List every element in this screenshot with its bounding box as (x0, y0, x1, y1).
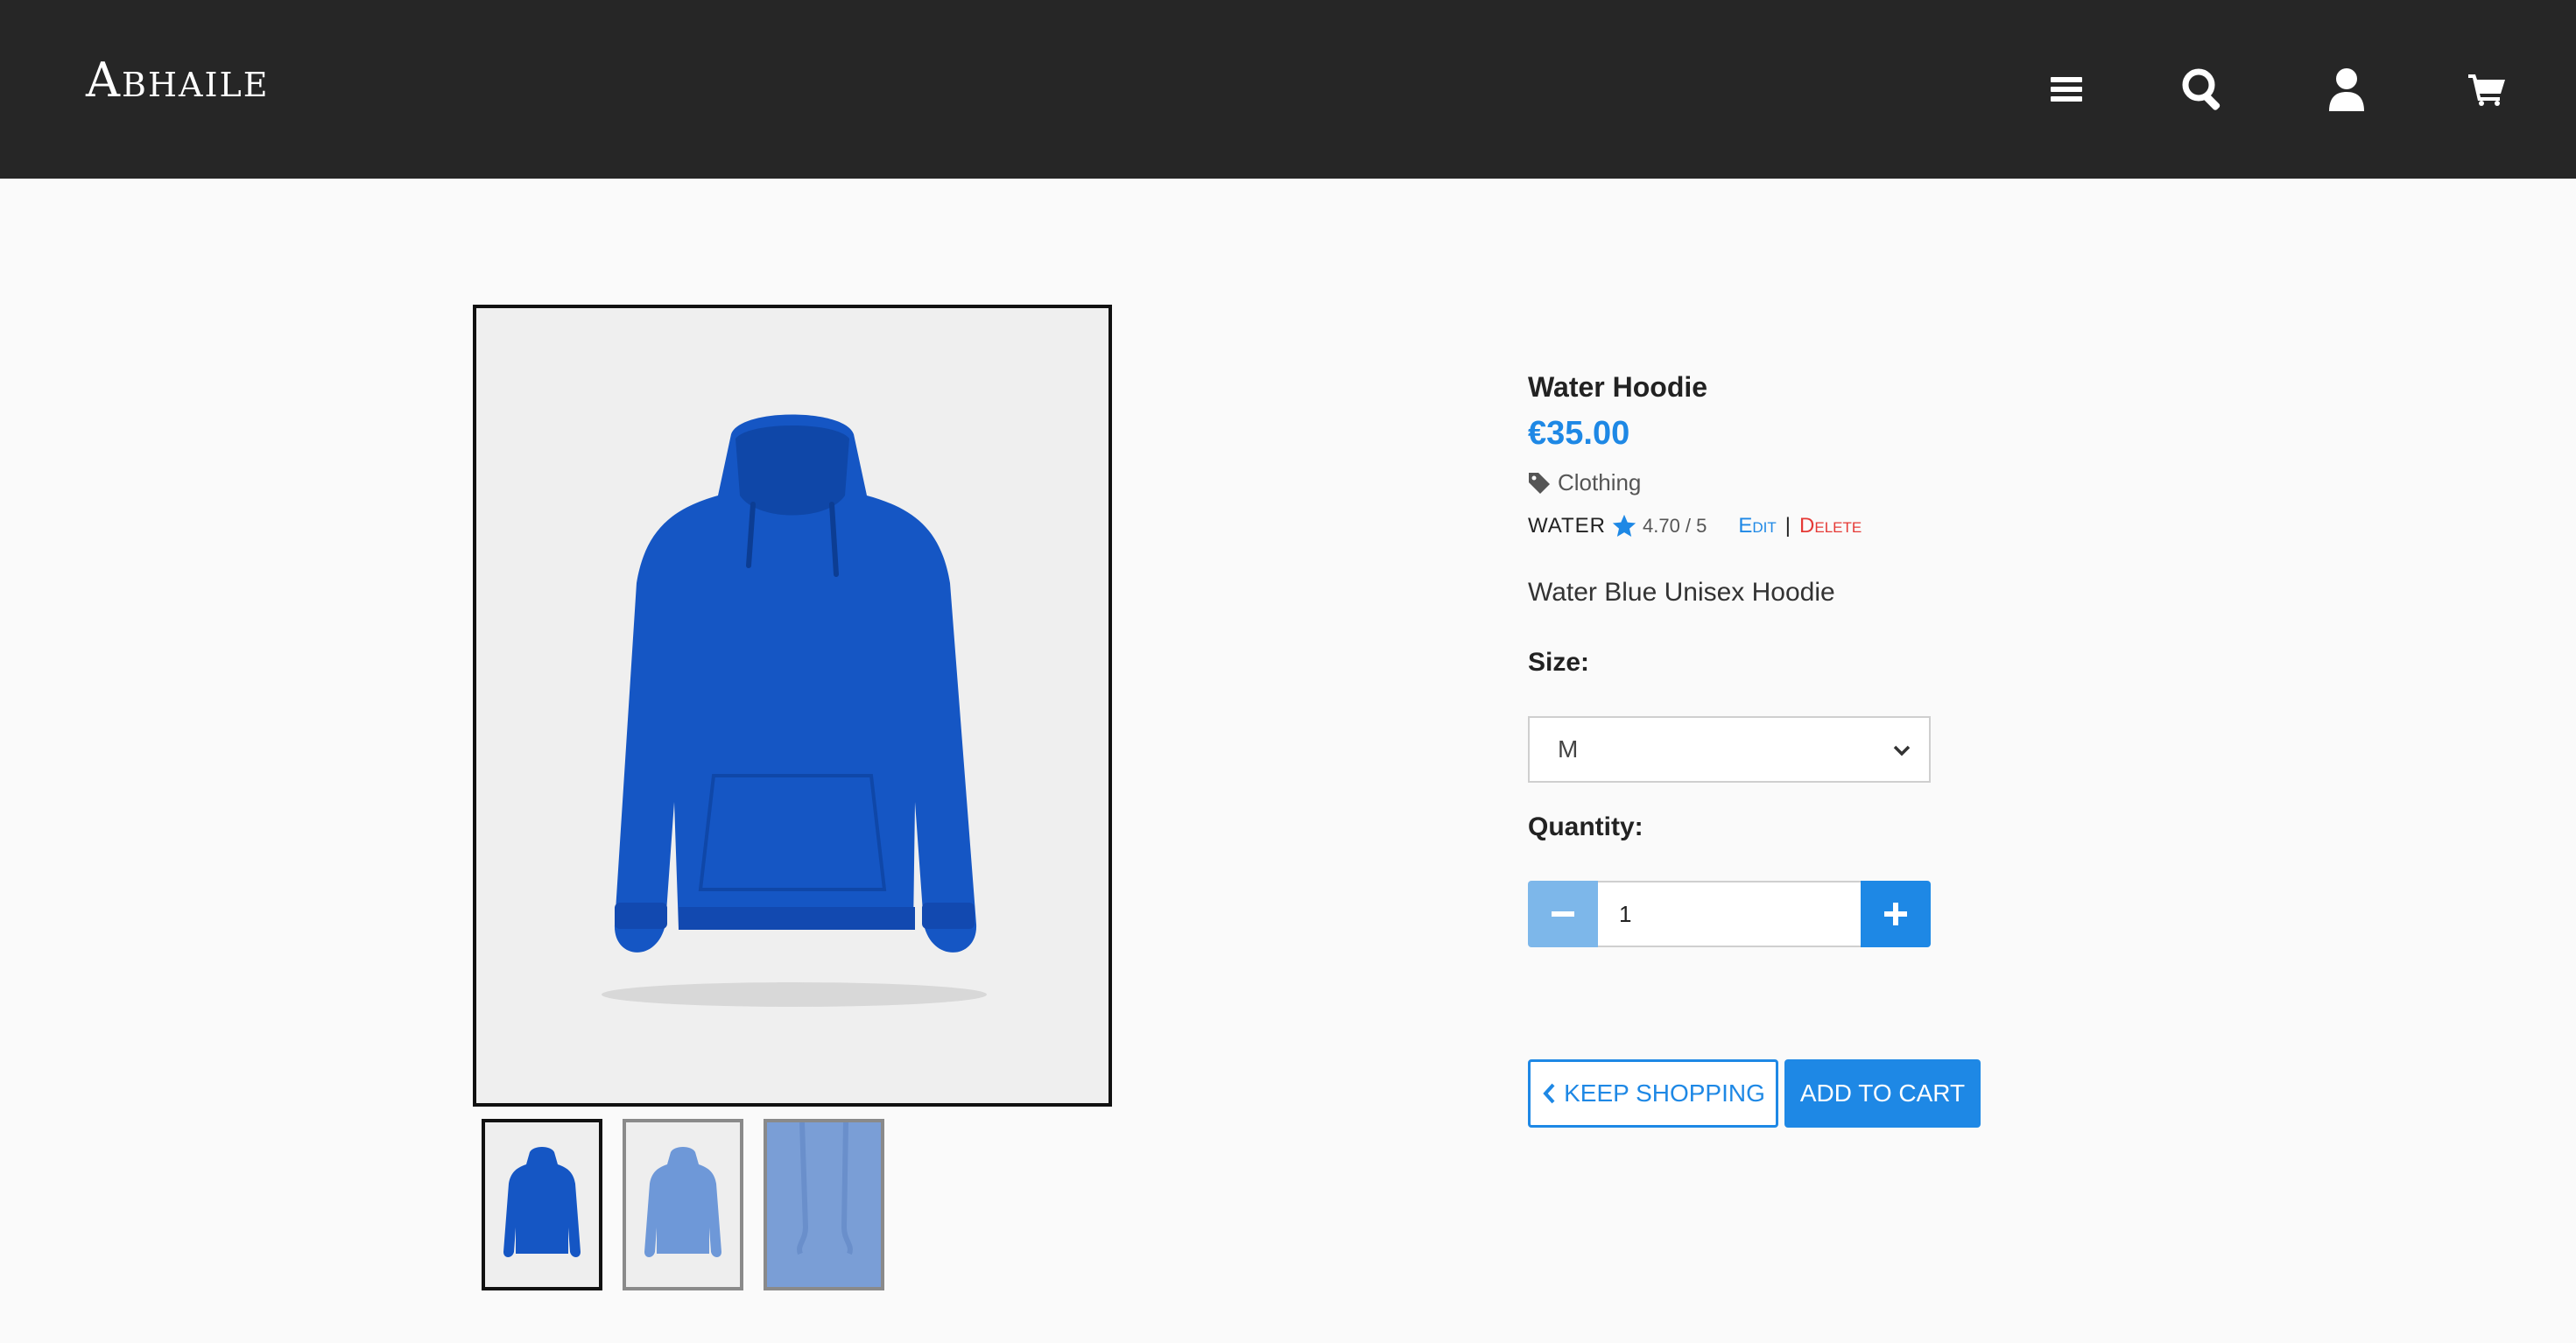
keep-shopping-button[interactable]: KEEP SHOPPING (1528, 1059, 1778, 1128)
quantity-stepper (1528, 881, 1931, 947)
edit-link[interactable]: Edit (1738, 514, 1776, 538)
brand-rating-row: WATER 4.70 / 5 Edit | Delete (1528, 513, 1862, 539)
menu-icon[interactable] (2040, 63, 2093, 116)
size-select[interactable]: M (1528, 716, 1931, 783)
add-to-cart-label: ADD TO CART (1799, 1079, 1966, 1107)
thumbnail-2[interactable] (623, 1119, 743, 1290)
product-category[interactable]: Clothing (1528, 469, 1641, 496)
keep-shopping-label: KEEP SHOPPING (1564, 1079, 1765, 1107)
delete-link[interactable]: Delete (1799, 514, 1862, 538)
thumbnail-3[interactable] (764, 1119, 884, 1290)
product-price: €35.00 (1528, 415, 1630, 452)
chevron-down-icon (1893, 745, 1911, 756)
site-header: Abhaile (0, 0, 2576, 179)
size-label: Size: (1528, 648, 1590, 677)
plus-icon (1884, 903, 1907, 925)
brand-logo[interactable]: Abhaile (86, 53, 270, 108)
product-description: Water Blue Unisex Hoodie (1528, 578, 1835, 607)
product-brand: WATER (1528, 514, 1606, 538)
star-icon (1612, 514, 1636, 537)
tag-icon (1529, 472, 1550, 494)
hoodie-thumbnail-image (503, 1147, 581, 1257)
hoodie-image (602, 414, 987, 1007)
product-rating: 4.70 / 5 (1643, 515, 1707, 537)
cart-icon[interactable] (2460, 63, 2513, 116)
size-select-value: M (1558, 735, 1579, 763)
link-separator: | (1784, 514, 1791, 538)
hoodie-thumbnail-image (644, 1147, 721, 1257)
thumbnail-1[interactable] (482, 1119, 602, 1290)
minus-icon (1552, 911, 1574, 917)
main-product-image (473, 305, 1112, 1107)
increase-quantity-button[interactable] (1861, 881, 1931, 947)
product-title: Water Hoodie (1528, 371, 1708, 403)
user-icon[interactable] (2320, 63, 2373, 116)
quantity-label: Quantity: (1528, 812, 1643, 841)
add-to-cart-button[interactable]: ADD TO CART (1784, 1059, 1981, 1128)
hoodie-detail-thumbnail-image (797, 1122, 853, 1255)
decrease-quantity-button[interactable] (1528, 881, 1598, 947)
search-icon[interactable] (2177, 63, 2229, 116)
quantity-input[interactable] (1598, 881, 1861, 947)
category-label: Clothing (1558, 469, 1642, 496)
chevron-left-icon (1543, 1083, 1555, 1104)
